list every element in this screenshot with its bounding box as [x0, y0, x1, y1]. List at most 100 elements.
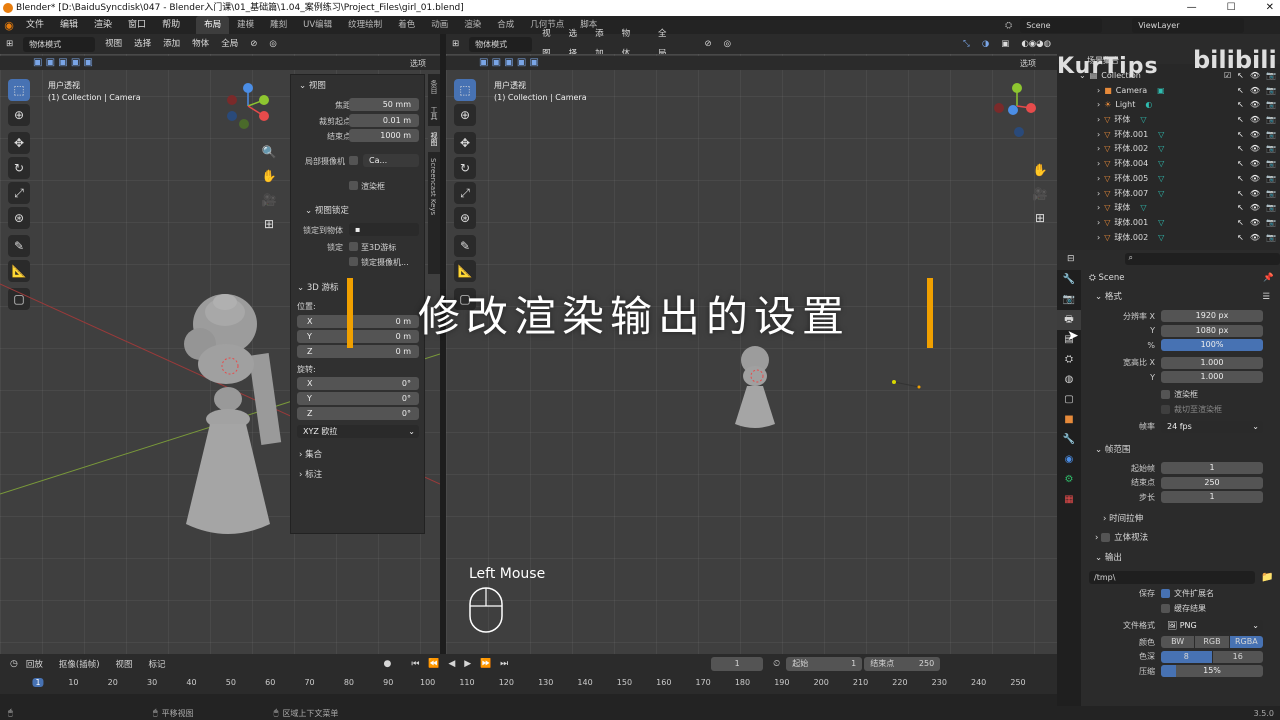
- res-pct-field[interactable]: 100%: [1161, 339, 1263, 352]
- left-menu-object[interactable]: 物体: [186, 34, 215, 54]
- tab-uv-editing[interactable]: UV编辑: [295, 16, 340, 34]
- output-tab-icon[interactable]: 🖶: [1057, 310, 1081, 330]
- lock-camera-checkbox[interactable]: [349, 257, 358, 266]
- menu-window[interactable]: 窗口: [120, 16, 154, 34]
- outliner-collection[interactable]: ⌄ ▤ Collection ☑ ↖ 👁 📷: [1057, 69, 1280, 84]
- right-measure-icon[interactable]: 📐: [454, 260, 476, 282]
- cursor-rot-z[interactable]: Z 0°: [297, 407, 419, 420]
- tab-sculpting[interactable]: 雕刻: [262, 16, 295, 34]
- view-section-header[interactable]: ⌄ 视图: [299, 79, 326, 91]
- menu-file[interactable]: 文件: [18, 16, 52, 34]
- render-icon[interactable]: 📷: [1266, 69, 1276, 84]
- tab-rendering[interactable]: 渲染: [456, 16, 489, 34]
- outliner-item-torus-002[interactable]: › ▽ 环体.002 ▽ ↖ 👁 📷: [1057, 142, 1280, 157]
- clip-start-field[interactable]: 0.01 m: [349, 114, 419, 127]
- view-lock-section-header[interactable]: ⌄ 视图锁定: [305, 204, 349, 216]
- right-proportional-icon[interactable]: ◎: [718, 34, 737, 54]
- tab-shading[interactable]: 着色: [390, 16, 423, 34]
- render-region-prop-checkbox[interactable]: [1161, 390, 1170, 400]
- outliner-item-torus-005[interactable]: › ▽ 环体.005 ▽ ↖ 👁 📷: [1057, 172, 1280, 187]
- world-tab-icon[interactable]: ◍: [1057, 370, 1081, 390]
- cursor-rot-x[interactable]: X 0°: [297, 377, 419, 390]
- compression-slider[interactable]: 15%: [1161, 665, 1263, 678]
- outliner-root[interactable]: 场景集合: [1057, 54, 1280, 69]
- aspect-y-field[interactable]: 1.000: [1161, 371, 1263, 384]
- right-select-box-icon[interactable]: ⬚: [454, 79, 476, 101]
- proportional-icon[interactable]: ◎: [263, 34, 282, 54]
- outliner-item-light[interactable]: › ☀ Light ◐ ↖ 👁 📷: [1057, 98, 1280, 113]
- depth-16-button[interactable]: 16: [1212, 650, 1263, 663]
- pan-hand-icon[interactable]: ✋: [259, 164, 279, 188]
- cursor-section-header[interactable]: ⌄ 3D 游标: [297, 281, 338, 293]
- tool-tab-icon[interactable]: 🔧: [1057, 270, 1081, 290]
- right-ortho-grid-icon[interactable]: ⊞: [1030, 206, 1050, 230]
- tab-animation[interactable]: 动画: [423, 16, 456, 34]
- color-bw-button[interactable]: BW: [1161, 636, 1195, 649]
- minimize-icon[interactable]: —: [1187, 0, 1197, 16]
- outliner-item-sphere-002[interactable]: › ▽ 球体.002 ▽ ↖ 👁 📷: [1057, 231, 1280, 246]
- view-layer-selector[interactable]: ViewLayer: [1132, 18, 1245, 33]
- blender-menu-icon[interactable]: ◉: [0, 19, 18, 32]
- overlay-toggle-icon[interactable]: ◑: [976, 34, 995, 54]
- right-scale-icon[interactable]: ⤢: [454, 182, 476, 204]
- tab-compositing[interactable]: 合成: [489, 16, 522, 34]
- timeline-scrollbar[interactable]: [0, 694, 1057, 706]
- cursor-loc-z[interactable]: Z0 m: [297, 345, 419, 358]
- left-menu-add[interactable]: 添加: [157, 34, 186, 54]
- left-orientation-dropdown[interactable]: 全局: [215, 34, 244, 54]
- tab-screencast-keys[interactable]: Screencast Keys: [428, 152, 438, 221]
- timeline-menu-view[interactable]: 视图: [108, 658, 141, 670]
- tab-layout[interactable]: 布局: [196, 16, 230, 34]
- aspect-x-field[interactable]: 1.000: [1161, 356, 1263, 369]
- clip-end-field[interactable]: 1000 m: [349, 129, 419, 142]
- menu-render[interactable]: 渲染: [86, 16, 120, 34]
- right-rotate-icon[interactable]: ↻: [454, 157, 476, 179]
- tab-texture-paint[interactable]: 纹理绘制: [340, 16, 390, 34]
- timeline-menu-keying[interactable]: 抠像(插帧): [51, 658, 108, 670]
- visible-icon[interactable]: 👁: [1250, 69, 1260, 84]
- clock-icon[interactable]: ⏲: [773, 659, 780, 669]
- right-annotate-icon[interactable]: ✎: [454, 235, 476, 257]
- tab-modeling[interactable]: 建模: [229, 16, 262, 34]
- file-format-dropdown[interactable]: 🖼 PNG ⌄: [1161, 619, 1263, 632]
- collections-section-header[interactable]: › 集合: [299, 448, 322, 460]
- menu-help[interactable]: 帮助: [154, 16, 188, 34]
- frame-step-field[interactable]: 1: [1161, 491, 1263, 504]
- tab-view[interactable]: 视图: [428, 126, 440, 152]
- frame-end-field[interactable]: 250: [1161, 476, 1263, 489]
- outliner-item-torus-007[interactable]: › ▽ 环体.007 ▽ ↖ 👁 📷: [1057, 187, 1280, 202]
- start-frame-field[interactable]: 起始 1: [786, 657, 863, 671]
- light-object[interactable]: [891, 376, 921, 392]
- stereoscopy-header[interactable]: › 立体视法: [1083, 530, 1280, 546]
- girl-model[interactable]: [170, 284, 290, 554]
- editor-type-icon[interactable]: ⊞: [0, 34, 19, 54]
- right-editor-type-icon[interactable]: ⊞: [446, 34, 465, 54]
- rotation-mode-dropdown[interactable]: XYZ 欧拉 ⌄: [297, 425, 419, 438]
- navigation-gizmo[interactable]: [222, 80, 274, 132]
- left-menu-select[interactable]: 选择: [128, 34, 157, 54]
- texture-tab-icon[interactable]: ▦: [1057, 490, 1081, 510]
- cursor-loc-x[interactable]: X0 m: [297, 315, 419, 328]
- presets-icon[interactable]: ☰: [1262, 289, 1270, 305]
- crop-region-checkbox[interactable]: [1161, 404, 1170, 414]
- timeline-ruler[interactable]: 1 10 20 30 40 50 60 70 80 90 100 110 120 130 140 150 160…: [0, 674, 1057, 694]
- selectable-icon[interactable]: ↖: [1237, 69, 1244, 84]
- object-mode-dropdown[interactable]: 物体模式: [23, 36, 96, 52]
- res-x-field[interactable]: 1920 px: [1161, 310, 1263, 323]
- file-ext-checkbox[interactable]: [1161, 589, 1170, 599]
- cursor-loc-y[interactable]: Y0 m: [297, 330, 419, 343]
- constraints-tab-icon[interactable]: ⚙: [1057, 470, 1081, 490]
- menu-edit[interactable]: 编辑: [52, 16, 86, 34]
- outliner-item-sphere-001[interactable]: › ▽ 球体.001 ▽ ↖ 👁 📷: [1057, 216, 1280, 231]
- snap-icon[interactable]: ⊘: [244, 34, 263, 54]
- collection-tab-icon[interactable]: ▢: [1057, 390, 1081, 410]
- folder-icon[interactable]: 📁: [1261, 572, 1273, 583]
- right-select-mode-icons[interactable]: ▣ ▣ ▣ ▣ ▣: [479, 57, 539, 68]
- outliner-item-torus-004[interactable]: › ▽ 环体.004 ▽ ↖ 👁 📷: [1057, 157, 1280, 172]
- right-camera-view-icon[interactable]: 🎥: [1030, 182, 1050, 206]
- pin-icon[interactable]: 📌: [1263, 270, 1274, 286]
- maximize-icon[interactable]: ☐: [1227, 0, 1236, 16]
- playback-controls[interactable]: ⏮ ⏪ ◀ ▶ ⏩ ⏭: [411, 659, 511, 669]
- output-path-input[interactable]: /tmp\: [1089, 570, 1255, 584]
- right-snap-icon[interactable]: ⊘: [699, 34, 718, 54]
